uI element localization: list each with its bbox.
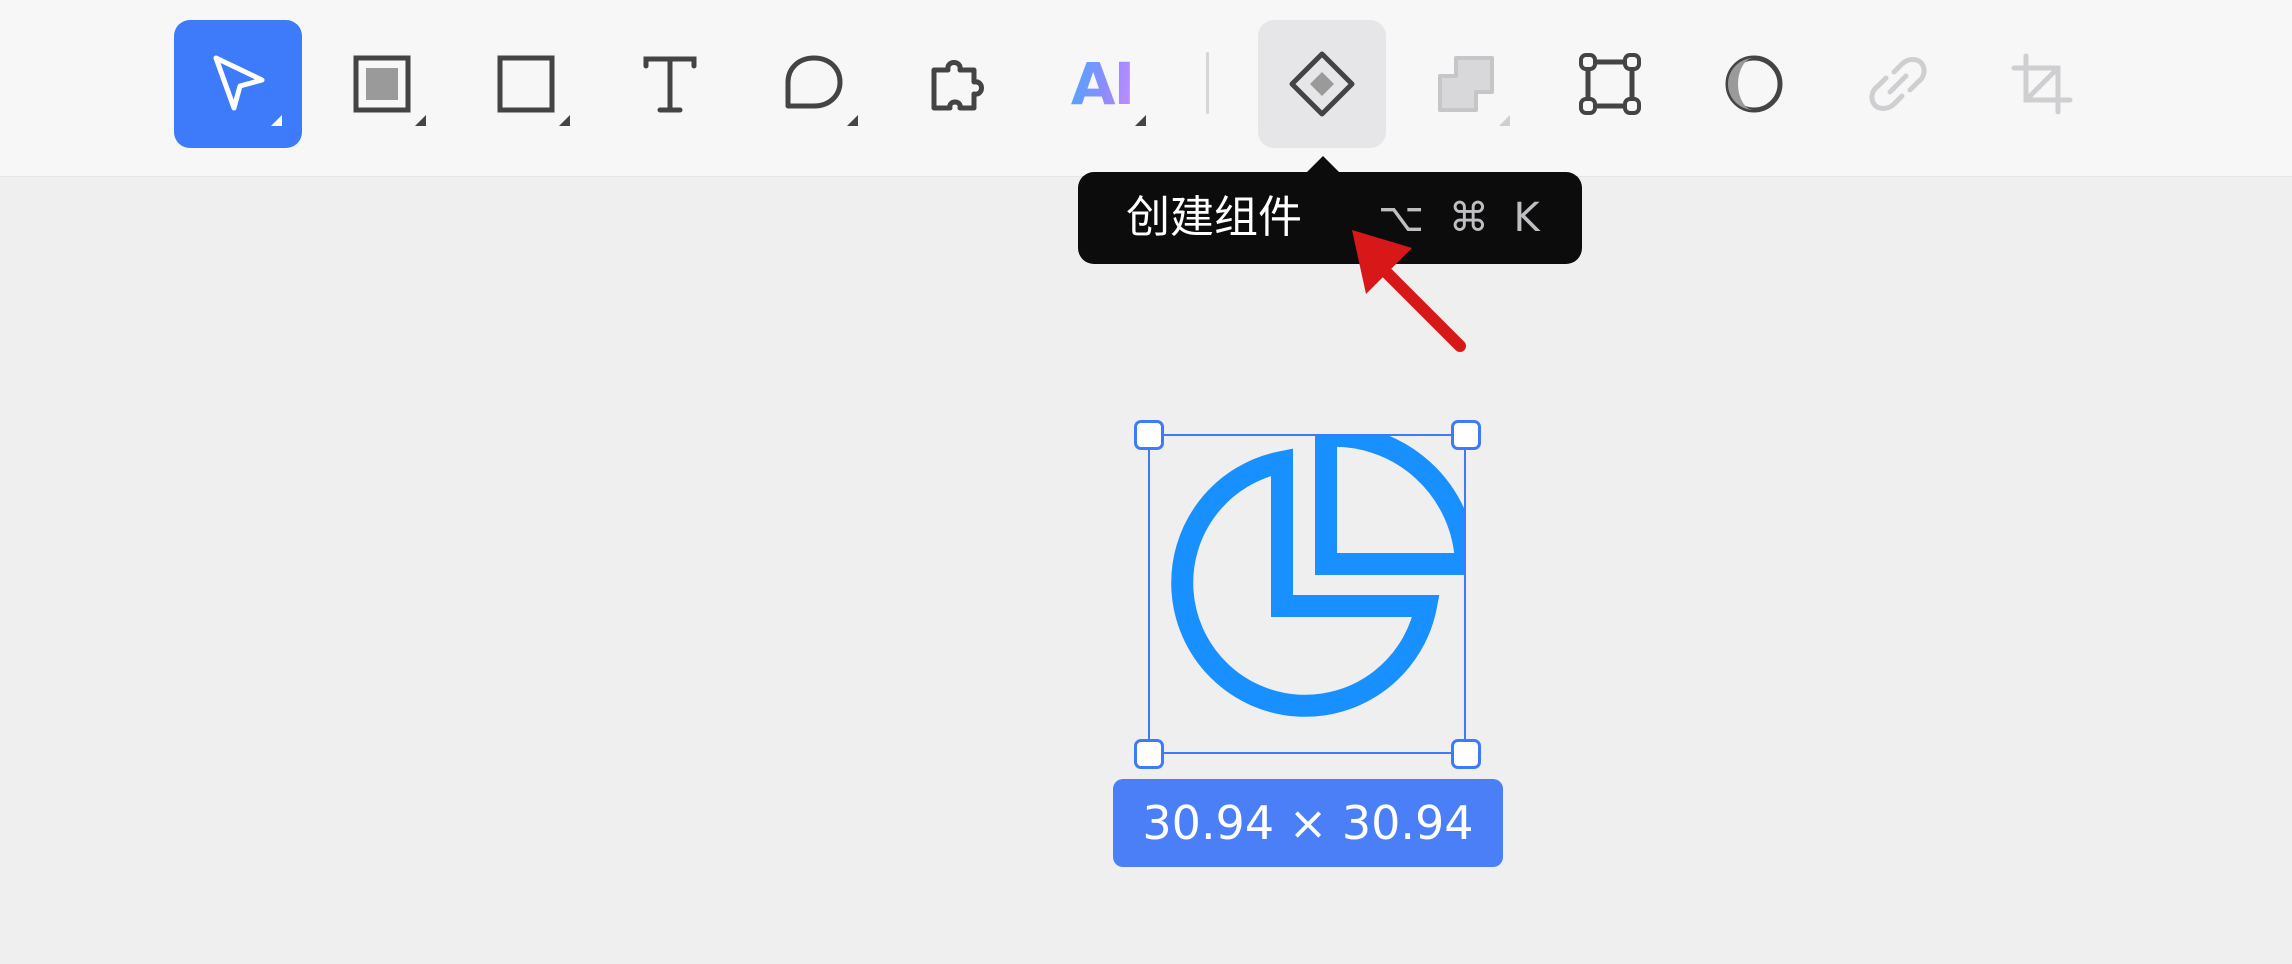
- puzzle-piece-icon: [931, 60, 984, 111]
- ai-icon: AI: [1070, 50, 1135, 118]
- rectangle-tool-button[interactable]: [462, 20, 590, 148]
- tool-menu-caret[interactable]: [1135, 115, 1146, 126]
- ai-tool-button[interactable]: AI: [1038, 20, 1166, 148]
- crop-icon: [2011, 53, 2073, 115]
- create-component-button[interactable]: [1258, 20, 1386, 148]
- tool-menu-caret[interactable]: [1499, 115, 1510, 126]
- mask-button[interactable]: [1690, 20, 1818, 148]
- boolean-operations-button[interactable]: [1402, 20, 1530, 148]
- rectangle-icon: [497, 55, 555, 113]
- plugins-tool-button[interactable]: [894, 20, 1022, 148]
- toolbar-divider: [1206, 52, 1209, 114]
- edit-vector-button[interactable]: [1546, 20, 1674, 148]
- mask-icon: [1725, 55, 1783, 113]
- resize-handle-top-right[interactable]: [1451, 420, 1481, 450]
- comment-tool-button[interactable]: [750, 20, 878, 148]
- crop-button[interactable]: [1978, 20, 2106, 148]
- move-tool-button[interactable]: [174, 20, 302, 148]
- tooltip-label: 创建组件: [1126, 192, 1302, 243]
- resize-handle-bottom-right[interactable]: [1451, 739, 1481, 769]
- frame-tool-button[interactable]: [318, 20, 446, 148]
- text-icon: [643, 56, 697, 113]
- frame-icon: [353, 55, 411, 113]
- link-button[interactable]: [1834, 20, 1962, 148]
- annotation-arrow-icon: [1352, 230, 1466, 352]
- tool-menu-caret[interactable]: [847, 115, 858, 126]
- cursor-arrow-icon: [213, 55, 265, 111]
- link-icon: [1869, 57, 1927, 111]
- selection-box[interactable]: [1148, 434, 1466, 754]
- tooltip-caret: [1306, 156, 1340, 173]
- comment-bubble-icon: [785, 55, 843, 109]
- vector-edit-icon: [1579, 53, 1641, 115]
- tool-menu-caret[interactable]: [415, 115, 426, 126]
- component-diamond-icon: [1289, 51, 1355, 117]
- tool-menu-caret[interactable]: [559, 115, 570, 126]
- text-tool-button[interactable]: [606, 20, 734, 148]
- tool-menu-caret[interactable]: [271, 115, 282, 126]
- toolbar: AI: [0, 0, 2292, 177]
- dimensions-badge: 30.94 × 30.94: [1113, 779, 1503, 867]
- resize-handle-top-left[interactable]: [1134, 420, 1164, 450]
- boolean-shapes-icon: [1438, 56, 1494, 112]
- resize-handle-bottom-left[interactable]: [1134, 739, 1164, 769]
